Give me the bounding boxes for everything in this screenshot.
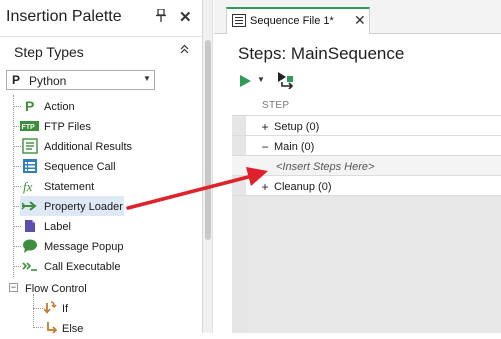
svg-text:P: P: [25, 98, 34, 114]
step-into-icon[interactable]: [277, 71, 295, 90]
palette-scrollbar[interactable]: [203, 0, 213, 333]
message-popup-icon: [22, 238, 38, 254]
sequence-file-icon: [232, 14, 246, 27]
ftp-icon: FTP: [20, 118, 39, 134]
palette-item-property-loader[interactable]: Property Loader: [20, 196, 124, 216]
property-loader-icon: [21, 198, 37, 214]
steps-title: Steps: MainSequence: [238, 44, 405, 63]
if-icon: [43, 300, 59, 316]
palette-item-label: Message Popup: [44, 241, 124, 253]
collapse-icon[interactable]: −: [9, 283, 18, 292]
step-types-label: Step Types: [14, 44, 84, 60]
grid-header: STEP: [232, 94, 501, 116]
call-executable-icon: [22, 258, 38, 274]
palette-group-flow-control[interactable]: − Flow Control: [0, 278, 195, 298]
palette-item-action[interactable]: P Action: [0, 96, 195, 116]
insertion-palette-pane: Insertion Palette ✕ Step Types P Python …: [0, 0, 203, 335]
svg-text:fx: fx: [23, 179, 33, 194]
tab-label: Sequence File 1*: [250, 15, 334, 27]
step-types-header[interactable]: Step Types: [0, 36, 203, 66]
group-label: Flow Control: [25, 283, 87, 295]
palette-item-else[interactable]: Else: [0, 318, 195, 338]
steps-grid: STEP + Setup (0) − Main (0) <Insert Step…: [232, 94, 501, 333]
collapse-icon[interactable]: −: [261, 140, 269, 154]
statement-fx-icon: fx: [22, 178, 38, 194]
group-label: Setup (0): [274, 121, 320, 133]
dropdown-arrow-icon: ▼: [143, 74, 151, 83]
svg-text:FTP: FTP: [22, 124, 36, 131]
palette-item-if[interactable]: If: [0, 298, 195, 318]
palette-item-label: Action: [44, 101, 75, 113]
tab-close-icon[interactable]: ✕: [354, 12, 366, 29]
collapse-chevron-icon[interactable]: [180, 44, 189, 57]
language-select[interactable]: P Python ▼: [6, 70, 155, 90]
label-icon: [22, 218, 38, 234]
expand-icon[interactable]: +: [261, 120, 269, 134]
palette-item-label: Statement: [44, 181, 95, 193]
sequence-document: Sequence File 1* ✕ Steps: MainSequence ▼…: [214, 0, 501, 333]
group-label: Cleanup (0): [274, 181, 332, 193]
grid-empty-area: [246, 196, 501, 333]
run-dropdown-icon[interactable]: ▼: [257, 75, 265, 84]
palette-item-label: Call Executable: [44, 261, 121, 273]
column-header-step[interactable]: STEP: [262, 100, 289, 111]
insert-steps-row[interactable]: <Insert Steps Here>: [232, 156, 501, 176]
palette-item-label: Else: [62, 323, 84, 335]
palette-item-label: Sequence Call: [44, 161, 116, 173]
palette-item-statement[interactable]: fx Statement: [0, 176, 195, 196]
palette-item-label: If: [62, 303, 69, 315]
palette-title: Insertion Palette: [6, 8, 122, 25]
palette-item-additional-results[interactable]: Additional Results: [0, 136, 195, 156]
pin-icon[interactable]: [156, 8, 166, 25]
sequence-call-icon: [22, 158, 38, 174]
additional-results-icon: [22, 138, 38, 154]
group-row-cleanup[interactable]: + Cleanup (0): [232, 176, 501, 196]
group-row-main[interactable]: − Main (0): [232, 136, 501, 156]
run-play-icon[interactable]: [240, 74, 251, 87]
insert-placeholder: <Insert Steps Here>: [276, 161, 375, 173]
scrollbar-thumb[interactable]: [205, 40, 211, 240]
tab-sequence-file-1[interactable]: Sequence File 1* ✕: [226, 7, 370, 34]
else-icon: [43, 320, 59, 336]
palette-item-label[interactable]: Label: [0, 216, 195, 236]
group-label: Main (0): [274, 141, 315, 153]
python-p-icon: P: [12, 73, 21, 87]
close-icon[interactable]: ✕: [179, 8, 192, 26]
palette-item-message-popup[interactable]: Message Popup: [0, 236, 195, 256]
palette-item-label: Additional Results: [44, 141, 133, 153]
language-value: Python: [29, 74, 67, 88]
palette-item-label: Label: [44, 221, 71, 233]
group-row-setup[interactable]: + Setup (0): [232, 116, 501, 136]
palette-item-sequence-call[interactable]: Sequence Call: [0, 156, 195, 176]
action-p-icon: P: [22, 98, 38, 114]
document-tabbar: Sequence File 1* ✕: [214, 0, 501, 34]
palette-item-ftp-files[interactable]: FTP FTP Files: [0, 116, 195, 136]
expand-icon[interactable]: +: [261, 180, 269, 194]
palette-item-call-executable[interactable]: Call Executable: [0, 256, 195, 276]
palette-item-label: FTP Files: [44, 121, 91, 133]
palette-item-label: Property Loader: [44, 201, 123, 213]
